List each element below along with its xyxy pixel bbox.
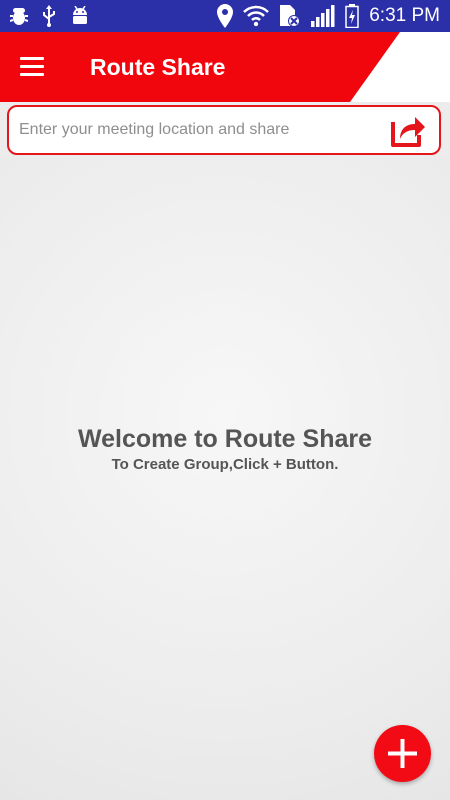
- welcome-title: Welcome to Route Share: [77, 425, 373, 453]
- android-icon: [73, 6, 87, 24]
- location-pin-icon: [217, 4, 234, 28]
- battery-charging-icon: [345, 4, 359, 28]
- share-arrow-icon: [391, 117, 425, 147]
- status-bar: 6:31 PM: [0, 0, 450, 32]
- meeting-location-input[interactable]: [19, 113, 379, 147]
- sim-disabled-icon: [280, 5, 301, 27]
- location-search-box: [7, 105, 441, 155]
- status-time: 6:31 PM: [369, 5, 440, 26]
- status-left-icons: [10, 5, 90, 27]
- app-title: Route Share: [90, 54, 226, 80]
- status-right-icons: 6:31 PM: [217, 4, 440, 28]
- wifi-icon: [243, 5, 270, 27]
- welcome-message: Welcome to Route Share To Create Group,C…: [0, 424, 450, 475]
- welcome-subtitle: To Create Group,Click + Button.: [111, 456, 339, 473]
- bug-icon: [10, 8, 28, 25]
- share-button[interactable]: [389, 113, 427, 149]
- plus-icon: [388, 739, 417, 768]
- create-group-button[interactable]: [374, 725, 431, 782]
- main-content: Welcome to Route Share To Create Group,C…: [0, 158, 450, 800]
- usb-icon: [43, 5, 55, 27]
- signal-icon: [311, 5, 335, 27]
- app-bar: Route Share: [0, 32, 450, 102]
- hamburger-menu-icon[interactable]: [20, 54, 50, 80]
